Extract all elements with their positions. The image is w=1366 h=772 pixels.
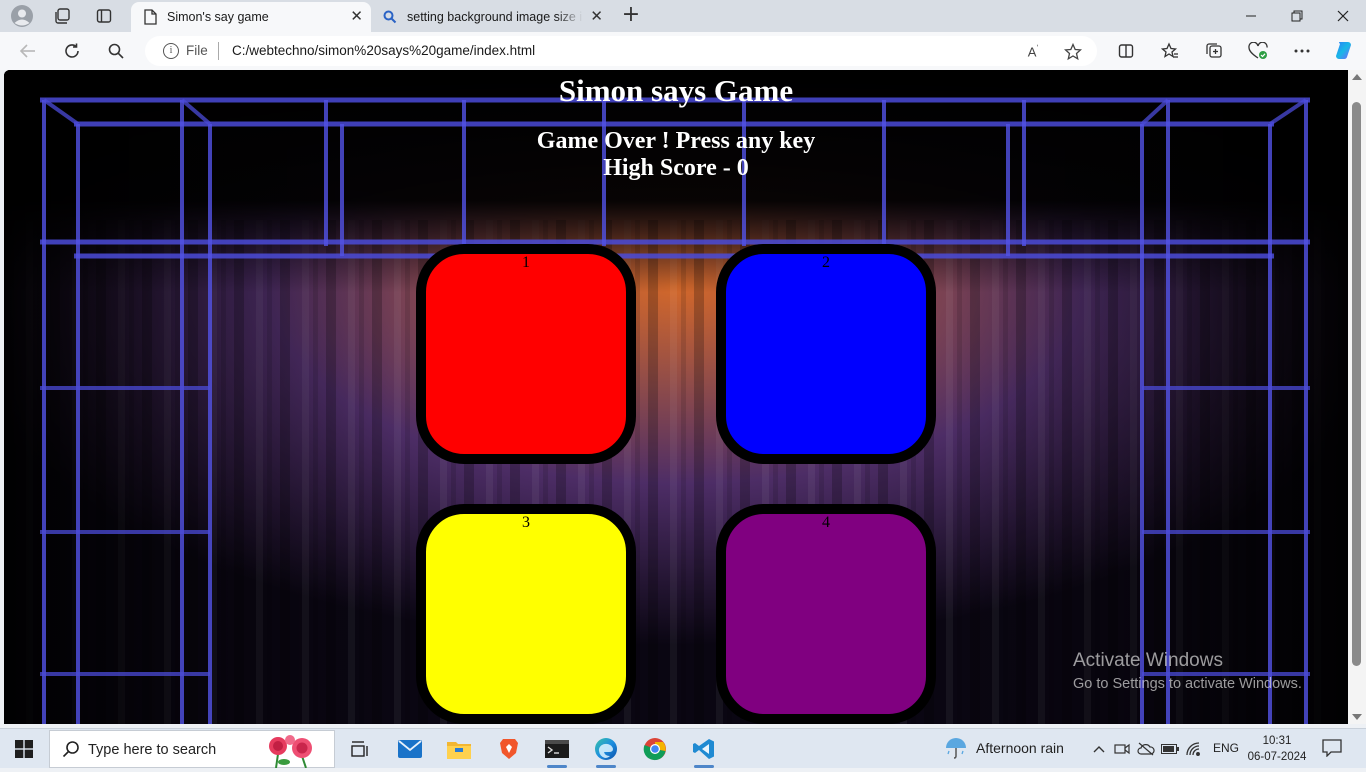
profile-avatar-icon[interactable] bbox=[10, 4, 34, 28]
scroll-down-arrow-icon[interactable] bbox=[1352, 714, 1362, 720]
umbrella-icon bbox=[946, 738, 966, 759]
tab-actions-icon[interactable] bbox=[92, 4, 116, 28]
scroll-up-arrow-icon[interactable] bbox=[1352, 74, 1362, 80]
weather-widget[interactable]: Afternoon rain bbox=[944, 737, 1064, 759]
page-icon bbox=[143, 9, 157, 28]
scrollbar-thumb[interactable] bbox=[1352, 102, 1361, 666]
game-status: Game Over ! Press any key High Score - 0 bbox=[4, 128, 1348, 182]
task-view-icon[interactable] bbox=[342, 733, 378, 765]
brave-icon[interactable] bbox=[491, 733, 527, 765]
activate-windows-watermark: Activate Windows Go to Settings to activ… bbox=[1073, 650, 1302, 692]
page-title: Simon says Game bbox=[558, 73, 794, 108]
battery-icon[interactable] bbox=[1161, 740, 1179, 758]
search-icon bbox=[62, 740, 80, 762]
site-info-icon[interactable]: i bbox=[163, 43, 179, 59]
meet-now-icon[interactable] bbox=[1113, 740, 1131, 758]
mail-icon[interactable] bbox=[392, 733, 428, 765]
watermark-title: Activate Windows bbox=[1073, 650, 1223, 671]
clock[interactable]: 10:31 06-07-2024 bbox=[1246, 733, 1308, 765]
start-button[interactable] bbox=[0, 729, 48, 769]
cloud-sync-off-icon[interactable] bbox=[1137, 740, 1155, 758]
workspaces-icon[interactable] bbox=[50, 4, 74, 28]
weather-text: Afternoon rain bbox=[976, 740, 1064, 756]
tab-close-icon[interactable]: ✕ bbox=[350, 9, 363, 24]
address-bar[interactable]: i File C:/webtechno/simon%20says%20game/… bbox=[145, 36, 1097, 66]
simon-button-purple[interactable]: 4 bbox=[716, 504, 936, 724]
url-text[interactable]: C:/webtechno/simon%20says%20game/index.h… bbox=[232, 43, 535, 58]
chrome-icon[interactable] bbox=[637, 733, 673, 765]
search-icon bbox=[383, 10, 397, 27]
browser-essentials-icon[interactable] bbox=[1246, 39, 1270, 63]
simon-button-red[interactable]: 1 bbox=[416, 244, 636, 464]
tab-close-icon[interactable]: ✕ bbox=[590, 9, 603, 24]
show-hidden-icons-chevron-icon[interactable] bbox=[1090, 740, 1108, 758]
tab-search[interactable]: setting background image size in ✕ bbox=[373, 2, 611, 32]
clock-date: 06-07-2024 bbox=[1247, 751, 1307, 763]
tab-title: setting background image size in bbox=[407, 10, 583, 24]
button-number: 4 bbox=[822, 514, 830, 531]
favorites-icon[interactable] bbox=[1158, 39, 1182, 63]
button-number: 1 bbox=[522, 254, 530, 271]
language-indicator[interactable]: ENG bbox=[1213, 741, 1239, 755]
divider bbox=[218, 42, 219, 60]
watermark-subtitle: Go to Settings to activate Windows. bbox=[1073, 676, 1302, 692]
back-button[interactable] bbox=[16, 39, 40, 63]
search-icon[interactable] bbox=[104, 39, 128, 63]
page-viewport: Simon says Game Game Over ! Press any ke… bbox=[4, 70, 1348, 724]
file-explorer-icon[interactable] bbox=[441, 733, 477, 765]
vertical-scrollbar[interactable] bbox=[1348, 70, 1366, 724]
refresh-button[interactable] bbox=[60, 39, 84, 63]
simon-button-blue[interactable]: 2 bbox=[716, 244, 936, 464]
new-tab-button[interactable]: + bbox=[619, 4, 643, 28]
clock-time: 10:31 bbox=[1262, 735, 1292, 747]
search-placeholder: Type here to search bbox=[88, 742, 217, 758]
tab-simon-says[interactable]: Simon's say game ✕ bbox=[131, 2, 371, 32]
read-aloud-icon[interactable]: Aʼ bbox=[1023, 42, 1043, 62]
split-screen-icon[interactable] bbox=[1114, 39, 1138, 63]
taskbar-search-box[interactable]: Type here to search bbox=[49, 730, 335, 769]
wifi-icon[interactable] bbox=[1185, 740, 1203, 758]
terminal-icon[interactable] bbox=[539, 733, 575, 768]
collections-icon[interactable] bbox=[1202, 39, 1226, 63]
simon-button-yellow[interactable]: 3 bbox=[416, 504, 636, 724]
button-number: 3 bbox=[522, 514, 530, 531]
notifications-icon[interactable] bbox=[1322, 739, 1342, 761]
more-options-icon[interactable] bbox=[1290, 39, 1314, 63]
roses-search-highlight-icon bbox=[262, 734, 324, 772]
game-over-message: Game Over ! Press any key bbox=[536, 128, 816, 154]
favorite-star-icon[interactable] bbox=[1063, 42, 1083, 62]
button-number: 2 bbox=[822, 254, 830, 271]
windows-taskbar: Type here to search Afternoon rain ENG 1… bbox=[0, 728, 1366, 769]
copilot-icon[interactable] bbox=[1332, 39, 1356, 63]
tab-title: Simon's say game bbox=[167, 10, 269, 24]
scheme-label: File bbox=[186, 43, 208, 58]
edge-icon[interactable] bbox=[588, 733, 624, 768]
minimize-button[interactable] bbox=[1228, 0, 1274, 32]
browser-toolbar: i File C:/webtechno/simon%20says%20game/… bbox=[0, 32, 1366, 70]
high-score: High Score - 0 bbox=[603, 155, 749, 181]
browser-tab-strip: Simon's say game ✕ setting background im… bbox=[0, 0, 1366, 32]
vscode-icon[interactable] bbox=[686, 733, 722, 768]
close-window-button[interactable] bbox=[1320, 0, 1366, 32]
restore-button[interactable] bbox=[1274, 0, 1320, 32]
